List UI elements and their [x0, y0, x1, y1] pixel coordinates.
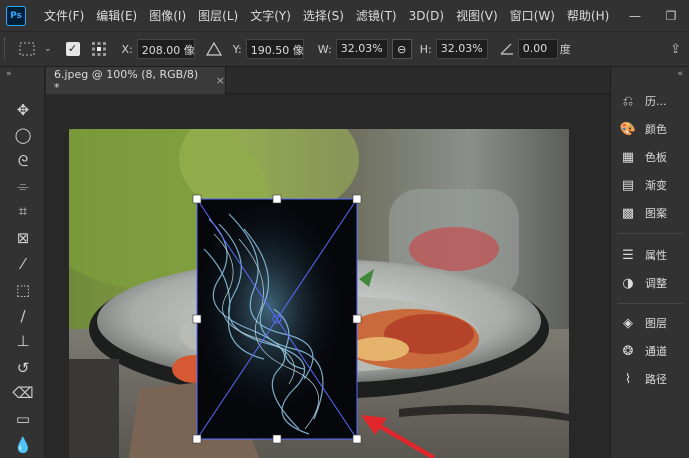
menu-file[interactable]: 文件(F) — [38, 7, 90, 24]
width-input[interactable]: 32.03% — [335, 39, 388, 59]
stamp-icon[interactable]: ⊥ — [10, 330, 36, 352]
document-area: 6.jpeg @ 100% (8, RGB/8) * × — [46, 67, 610, 458]
document-tab-title: 6.jpeg @ 100% (8, RGB/8) * — [54, 67, 199, 94]
panel-color-label: 颜色 — [645, 123, 667, 136]
document-tab[interactable]: 6.jpeg @ 100% (8, RGB/8) * × — [46, 67, 226, 94]
pattern-icon: ▩ — [621, 205, 635, 221]
panel-divider — [617, 233, 683, 234]
panel-patterns[interactable]: ▩ 图案 — [619, 203, 667, 223]
eyedropper-icon[interactable]: ⁄ — [10, 253, 36, 275]
y-position-input[interactable]: 190.50 像素 — [245, 39, 304, 59]
photoshop-window: Ps 文件(F) 编辑(E) 图像(I) 图层(L) 文字(Y) 选择(S) 滤… — [0, 0, 689, 458]
show-reference-checkbox[interactable]: ✓ — [65, 42, 80, 56]
quick-select-icon[interactable]: ⌯ — [10, 175, 36, 197]
ellipse-marquee-icon[interactable]: ◯ — [10, 124, 36, 146]
triangle-delta-icon[interactable] — [205, 41, 223, 57]
layers-icon: ◈ — [623, 315, 633, 331]
palette-icon: 🎨 — [619, 121, 637, 137]
collapse-panels-icon[interactable]: « — [611, 67, 689, 81]
w-label: W: — [317, 42, 332, 56]
panel-channels-label: 通道 — [645, 345, 667, 358]
photoshop-logo-icon: Ps — [6, 5, 26, 26]
lasso-icon[interactable]: ᘓ — [10, 150, 36, 172]
menu-3d[interactable]: 3D(D) — [403, 9, 450, 23]
menu-filter[interactable]: 滤镜(T) — [350, 7, 403, 24]
options-grip[interactable] — [4, 38, 8, 60]
menu-bar: Ps 文件(F) 编辑(E) 图像(I) 图层(L) 文字(Y) 选择(S) 滤… — [0, 0, 689, 31]
panel-properties-label: 属性 — [645, 249, 667, 262]
panel-layers[interactable]: ◈ 图层 — [619, 313, 667, 333]
panel-history[interactable]: ⎌ 历... — [619, 91, 667, 111]
sliders-icon: ☰ — [622, 247, 634, 263]
panel-channels[interactable]: ❂ 通道 — [619, 341, 667, 361]
panel-layers-label: 图层 — [645, 317, 667, 330]
channels-icon: ❂ — [622, 343, 634, 359]
swatches-grid-icon: ▦ — [621, 149, 635, 165]
x-label: X: — [121, 42, 133, 56]
right-panel-dock: « ⎌ 历... 🎨 颜色 ▦ 色板 ▤ 渐变 ▩ 图案 ☰ 属性 ◑ 调整 ◈… — [610, 67, 689, 458]
history-icon: ⎌ — [622, 93, 634, 109]
blur-icon[interactable]: 💧 — [10, 434, 36, 456]
menu-view[interactable]: 视图(V) — [450, 7, 504, 24]
minimize-button[interactable]: — — [617, 0, 653, 31]
panel-patterns-label: 图案 — [645, 207, 667, 220]
move-tool-icon[interactable]: ✥ — [10, 99, 36, 121]
menu-help[interactable]: 帮助(H) — [561, 7, 615, 24]
menu-edit[interactable]: 编辑(E) — [90, 7, 143, 24]
panel-paths-label: 路径 — [645, 373, 667, 386]
panel-divider — [617, 303, 683, 304]
panel-gradients[interactable]: ▤ 渐变 — [619, 175, 667, 195]
photo-content — [69, 129, 569, 458]
x-position-input[interactable]: 208.00 像素 — [136, 39, 195, 59]
select-icon[interactable] — [16, 39, 42, 59]
close-tab-icon[interactable]: × — [216, 74, 225, 87]
menu-select[interactable]: 选择(S) — [297, 7, 350, 24]
history-brush-icon[interactable]: ↺ — [10, 357, 36, 379]
panel-swatches-label: 色板 — [645, 151, 667, 164]
window-controls: — ❐ — [617, 0, 689, 31]
share-icon[interactable]: ⇪ — [670, 42, 681, 57]
restore-button[interactable]: ❐ — [653, 0, 689, 31]
document-tab-strip: 6.jpeg @ 100% (8, RGB/8) * × — [46, 67, 610, 94]
collapse-toolbar-icon[interactable]: » — [0, 67, 44, 81]
gradient-icon: ▤ — [621, 177, 635, 193]
canvas-image[interactable] — [69, 129, 569, 458]
panel-color[interactable]: 🎨 颜色 — [619, 119, 667, 139]
panel-swatches[interactable]: ▦ 色板 — [619, 147, 667, 167]
panel-properties[interactable]: ☰ 属性 — [619, 245, 667, 265]
brush-icon[interactable]: ∕ — [10, 305, 36, 327]
reference-point-icon[interactable] — [88, 39, 110, 59]
chevron-down-icon[interactable]: ⌄ — [44, 44, 52, 54]
panel-gradients-label: 渐变 — [645, 179, 667, 192]
frame-icon[interactable]: ⊠ — [10, 227, 36, 249]
rotation-input[interactable]: 0.00 — [517, 39, 558, 59]
height-input[interactable]: 32.03% — [435, 39, 488, 59]
menu-type[interactable]: 文字(Y) — [244, 7, 297, 24]
tool-strip: » ✥ ◯ ᘓ ⌯ ⌗ ⊠ ⁄ ⬚ ∕ ⊥ ↺ ⌫ ▭ 💧 — [0, 67, 45, 458]
patch-icon[interactable]: ⬚ — [10, 279, 36, 301]
gradient-icon[interactable]: ▭ — [10, 408, 36, 430]
angle-unit-label: 度 — [559, 43, 571, 56]
menu-layer[interactable]: 图层(L) — [192, 7, 244, 24]
panel-history-label: 历... — [645, 95, 667, 108]
panel-paths[interactable]: ⌇ 路径 — [619, 369, 667, 389]
eraser-icon[interactable]: ⌫ — [10, 382, 36, 404]
menu-window[interactable]: 窗口(W) — [504, 7, 561, 24]
panel-adjustments-label: 调整 — [645, 277, 667, 290]
link-icon[interactable]: ⊖ — [391, 39, 412, 59]
adjustment-circle-icon: ◑ — [622, 275, 634, 291]
angle-icon[interactable] — [498, 41, 516, 57]
crop-icon[interactable]: ⌗ — [10, 200, 36, 222]
h-label: H: — [419, 42, 432, 56]
y-label: Y: — [232, 42, 242, 56]
menu-image[interactable]: 图像(I) — [143, 7, 192, 24]
paths-icon: ⌇ — [624, 371, 632, 387]
options-bar: ⌄ ✓ X: 208.00 像素 Y: 190.50 像素 W: 32.03% … — [0, 31, 689, 67]
panel-adjustments[interactable]: ◑ 调整 — [619, 273, 667, 293]
